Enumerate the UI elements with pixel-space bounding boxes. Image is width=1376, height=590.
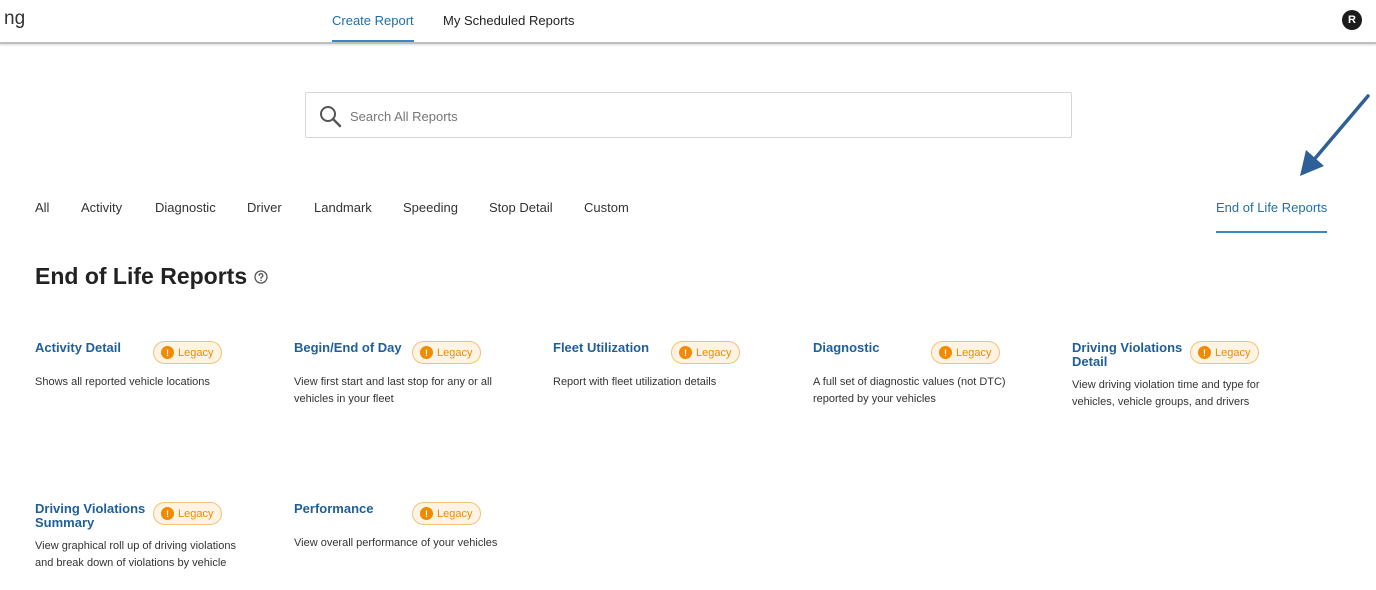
legacy-badge: ! Legacy [931, 341, 1001, 364]
category-tab-diagnostic[interactable]: Diagnostic [155, 200, 216, 215]
report-description: A full set of diagnostic values (not DTC… [813, 376, 1006, 405]
search-icon [320, 106, 342, 128]
legacy-badge: ! Legacy [671, 341, 741, 364]
tab-create-report[interactable]: Create Report [332, 13, 414, 42]
legacy-badge: ! Legacy [1190, 341, 1260, 364]
user-avatar[interactable]: R [1342, 10, 1362, 30]
exclamation-icon: ! [420, 346, 433, 359]
category-tab-all[interactable]: All [35, 200, 49, 215]
exclamation-icon: ! [679, 346, 692, 359]
category-tab-speeding[interactable]: Speeding [403, 200, 458, 215]
category-tab-end-of-life-reports[interactable]: End of Life Reports [1216, 200, 1328, 233]
search-input[interactable] [350, 105, 1050, 127]
report-title[interactable]: Performance [294, 502, 406, 516]
report-title[interactable]: Activity Detail [35, 341, 147, 355]
app-title: ng [4, 8, 26, 29]
report-description: View graphical roll up of driving violat… [35, 540, 236, 569]
exclamation-icon: ! [1198, 346, 1211, 359]
report-description: View driving violation time and type for… [1072, 379, 1260, 408]
section-header: End of Life Reports [35, 263, 268, 290]
category-tab-driver[interactable]: Driver [247, 200, 282, 215]
exclamation-icon: ! [939, 346, 952, 359]
legacy-badge: ! Legacy [153, 502, 223, 525]
category-tab-landmark[interactable]: Landmark [314, 200, 372, 215]
report-description: Report with fleet utilization details [553, 376, 717, 388]
legacy-badge: ! Legacy [153, 341, 223, 364]
report-title[interactable]: Begin/End of Day [294, 341, 406, 355]
exclamation-icon: ! [161, 346, 174, 359]
report-title[interactable]: Driving Violations Summary [35, 502, 147, 530]
report-description: View first start and last stop for any o… [294, 376, 492, 405]
report-title[interactable]: Driving Violations Detail [1072, 341, 1184, 369]
top-bar: ng Create Report My Scheduled Reports R [0, 0, 1376, 44]
report-description: View overall performance of your vehicle… [294, 537, 498, 549]
annotation-arrow-icon [1300, 94, 1370, 176]
category-tab-activity[interactable]: Activity [81, 200, 122, 215]
category-tab-custom[interactable]: Custom [584, 200, 629, 215]
report-description: Shows all reported vehicle locations [35, 376, 210, 388]
page-title: End of Life Reports [35, 263, 248, 289]
report-title[interactable]: Diagnostic [813, 341, 925, 355]
legacy-badge: ! Legacy [412, 502, 482, 525]
question-circle-icon[interactable] [254, 269, 268, 284]
legacy-badge: ! Legacy [412, 341, 482, 364]
exclamation-icon: ! [161, 507, 174, 520]
category-tab-stop-detail[interactable]: Stop Detail [489, 200, 553, 215]
exclamation-icon: ! [420, 507, 433, 520]
search-box[interactable] [305, 92, 1072, 138]
tab-my-scheduled-reports[interactable]: My Scheduled Reports [443, 13, 575, 28]
report-title[interactable]: Fleet Utilization [553, 341, 665, 355]
